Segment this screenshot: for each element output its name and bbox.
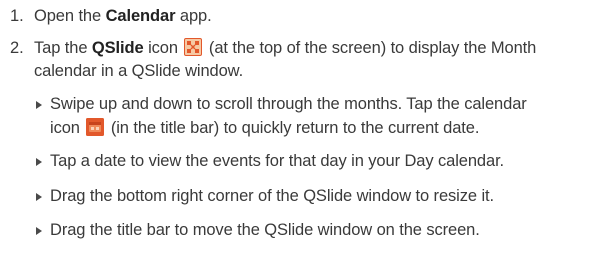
step-2-continued: calendar in a QSlide window. (34, 61, 243, 81)
manual-page: 1. Open the Calendar app. 2. Tap the QSlid… (0, 0, 612, 253)
bullet-marker (36, 101, 42, 109)
step-2: 2. Tap the QSlide icon (at the top of the… (10, 38, 536, 58)
feature-name-qslide: QSlide (91, 39, 144, 57)
calendar-icon (86, 118, 105, 136)
step-text: icon (143, 39, 183, 57)
bullet-item-2: Tap a date to view the events for that d… (50, 151, 504, 171)
bullet-text: Swipe up and down to scroll through the … (50, 95, 527, 113)
step-number: 1. (10, 7, 24, 25)
step-text: Open the (34, 7, 106, 25)
bullet-item-3: Drag the bottom right corner of the QSli… (50, 186, 494, 206)
app-name-calendar: Calendar (105, 7, 176, 25)
bullet-text: Drag the title bar to move the QSlide wi… (50, 221, 480, 239)
bullet-text: (in the title bar) to quickly return to … (106, 119, 480, 137)
step-text: app. (175, 7, 212, 25)
bullet-item-1: Swipe up and down to scroll through the … (50, 94, 527, 114)
step-text: calendar in a QSlide window. (34, 62, 244, 80)
bullet-text: Tap a date to view the events for that d… (50, 152, 505, 170)
bullet-marker (36, 193, 42, 201)
step-text: (at the top of the screen) to display th… (204, 39, 537, 57)
bullet-item-1-continued: icon (in the title bar) to quickly retur… (50, 118, 479, 138)
step-number: 2. (10, 39, 24, 57)
step-1: 1. Open the Calendar app. (10, 6, 212, 26)
qslide-icon (184, 38, 203, 56)
bullet-item-4: Drag the title bar to move the QSlide wi… (50, 220, 480, 240)
bullet-text: icon (50, 119, 85, 137)
bullet-marker (36, 158, 42, 166)
step-text: Tap the (34, 39, 92, 57)
bullet-marker (36, 227, 42, 235)
bullet-text: Drag the bottom right corner of the QSli… (50, 187, 494, 205)
